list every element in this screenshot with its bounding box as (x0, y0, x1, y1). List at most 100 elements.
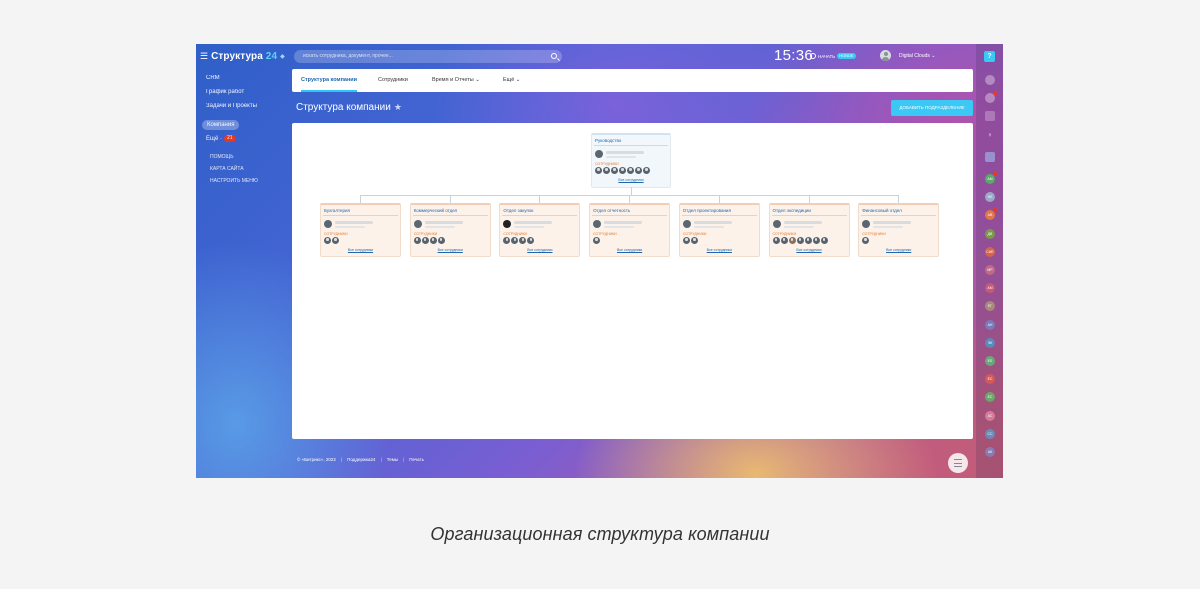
menu-item-schedule[interactable]: График работ (206, 85, 257, 99)
menu-item-company[interactable]: Компания (202, 120, 240, 130)
contact-avatar[interactable]: СИЕ (985, 246, 995, 257)
employee-avatar[interactable] (812, 237, 820, 244)
employee-avatar[interactable] (611, 167, 618, 174)
employee-avatar[interactable] (820, 237, 828, 244)
help-icon[interactable]: ? (984, 51, 995, 62)
employee-avatar[interactable] (627, 167, 634, 174)
employee-avatar[interactable] (619, 167, 626, 174)
group-chat-icon[interactable] (985, 152, 995, 162)
department-card[interactable]: Отдел отчетность СОТРУДНИКИ Все сотрудники (589, 203, 671, 257)
print-link[interactable]: Печать (409, 457, 424, 462)
department-name[interactable]: Отдел отчетность (593, 208, 630, 213)
employee-avatar[interactable] (421, 237, 429, 244)
portal-logo[interactable]: Структура 24 (211, 51, 277, 62)
contact-avatar[interactable]: ЕС (985, 392, 995, 403)
head-avatar[interactable] (324, 220, 332, 228)
employee-avatar[interactable] (804, 237, 812, 244)
employee-avatar[interactable] (413, 237, 421, 244)
menu-burger-icon[interactable]: ☰ (200, 52, 208, 61)
tab-more[interactable]: Ещё ⌄ (503, 69, 520, 92)
employee-avatar[interactable] (788, 237, 796, 244)
contact-avatar[interactable]: АС (985, 410, 995, 421)
employee-avatar[interactable] (796, 237, 804, 244)
employee-avatar[interactable] (527, 237, 535, 244)
contact-avatar[interactable]: НЕ (985, 192, 995, 203)
employee-avatar[interactable] (780, 237, 788, 244)
contact-avatar[interactable]: ЕЛ (985, 356, 995, 366)
head-avatar[interactable] (682, 220, 691, 228)
search-input[interactable]: искать сотрудника, документ, прочее... (303, 50, 393, 63)
employee-avatar[interactable] (324, 237, 331, 244)
menu-item-crm[interactable]: CRM (206, 71, 257, 85)
contact-avatar[interactable]: МР (985, 265, 995, 275)
department-card[interactable]: Бухгалтерия СОТРУДНИКИ Все сотрудники (320, 203, 401, 257)
employee-avatar[interactable] (603, 167, 610, 174)
head-avatar[interactable] (862, 220, 871, 228)
support-link[interactable]: Поддержка24 (347, 457, 375, 462)
employee-avatar[interactable] (332, 237, 339, 244)
department-card[interactable]: Отдел проектирования СОТРУДНИКИ Все сотруд… (678, 203, 760, 257)
employee-avatar[interactable] (503, 237, 511, 244)
tab-time-reports[interactable]: Время и Отчеты ⌄ (432, 69, 480, 92)
video-call-icon[interactable] (985, 111, 995, 121)
search-icon[interactable]: ⚲ (985, 130, 995, 140)
chat-float-button[interactable] (948, 453, 968, 473)
add-department-button[interactable]: ДОБАВИТЬ ПОДРАЗДЕЛЕНИЕ (891, 100, 973, 116)
employee-avatar[interactable] (593, 237, 601, 244)
employee-avatar[interactable] (682, 237, 690, 244)
pin-icon[interactable]: ◆ (280, 53, 285, 60)
contact-avatar[interactable]: АК (985, 447, 995, 457)
menu-item-tasks[interactable]: Задачи и Проекты (206, 99, 257, 113)
search-icon[interactable] (551, 53, 557, 59)
contact-avatar[interactable]: АМ (985, 172, 997, 184)
search-bar[interactable]: искать сотрудника, документ, прочее... (294, 50, 562, 63)
tab-structure[interactable]: Структура компании (301, 69, 358, 92)
contact-avatar[interactable]: СС (985, 428, 995, 439)
department-name[interactable]: Финансовый отдел (862, 208, 902, 213)
all-employees-link[interactable]: Все сотрудники (859, 248, 938, 252)
chat-icon[interactable] (985, 75, 995, 85)
contact-avatar[interactable]: АМ (985, 283, 995, 294)
contact-avatar[interactable]: ЕС (985, 374, 995, 385)
all-employees-link[interactable]: Все сотрудники (590, 248, 669, 252)
employee-avatar[interactable] (643, 167, 650, 174)
all-employees-link[interactable]: Все сотрудники (411, 248, 490, 252)
contact-avatar[interactable]: АН (985, 319, 995, 330)
employee-avatar[interactable] (635, 167, 642, 174)
employee-avatar[interactable] (437, 237, 445, 244)
department-name[interactable]: Отдел экспедиции (773, 208, 811, 213)
employee-avatar[interactable] (519, 237, 527, 244)
head-avatar[interactable] (595, 150, 603, 158)
contact-avatar[interactable]: ДВ (985, 228, 995, 239)
department-card[interactable]: Коммерческий отдел СОТРУДНИКИ Все сотрудни… (409, 203, 491, 257)
themes-link[interactable]: Темы (387, 457, 398, 462)
employee-avatar[interactable] (429, 237, 437, 244)
menu-item-more[interactable]: Ещё · 21 (206, 132, 257, 146)
department-name[interactable]: Отдел закупок (503, 208, 533, 213)
department-name[interactable]: Бухгалтерия (324, 208, 350, 213)
user-avatar[interactable] (880, 50, 891, 61)
contact-avatar[interactable]: ЕГ (985, 301, 995, 312)
employee-avatar[interactable] (862, 237, 870, 244)
all-employees-link[interactable]: Все сотрудники (321, 248, 400, 252)
menu-item-help[interactable]: ПОМОЩЬ (210, 151, 258, 163)
all-employees-link[interactable]: Все сотрудники (500, 248, 579, 252)
department-card[interactable]: Отдел экспедиции СОТРУДНИКИ Все сотрудники (768, 203, 850, 257)
employee-avatar[interactable] (690, 237, 698, 244)
root-department-card[interactable]: Руководство СОТРУДНИКИ Все сотрудники (591, 133, 671, 188)
department-name[interactable]: Руководство (595, 138, 621, 143)
department-name[interactable]: Коммерческий отдел (414, 208, 457, 213)
menu-item-configure[interactable]: НАСТРОИТЬ МЕНЮ (210, 175, 258, 187)
employee-avatar[interactable] (595, 167, 602, 174)
menu-item-sitemap[interactable]: КАРТА САЙТА (210, 163, 258, 175)
contact-avatar[interactable]: АВ (985, 208, 997, 221)
head-avatar[interactable] (593, 220, 602, 228)
employee-avatar[interactable] (511, 237, 519, 244)
department-card[interactable]: Финансовый отдел СОТРУДНИКИ Все сотрудники (858, 203, 940, 257)
department-card[interactable]: Отдел закупок СОТРУДНИКИ Все сотрудники (499, 203, 581, 257)
all-employees-link[interactable]: Все сотрудники (592, 178, 670, 182)
head-avatar[interactable] (503, 220, 512, 228)
employee-avatar[interactable] (772, 237, 780, 244)
head-avatar[interactable] (772, 220, 781, 228)
bell-icon[interactable] (985, 91, 997, 103)
